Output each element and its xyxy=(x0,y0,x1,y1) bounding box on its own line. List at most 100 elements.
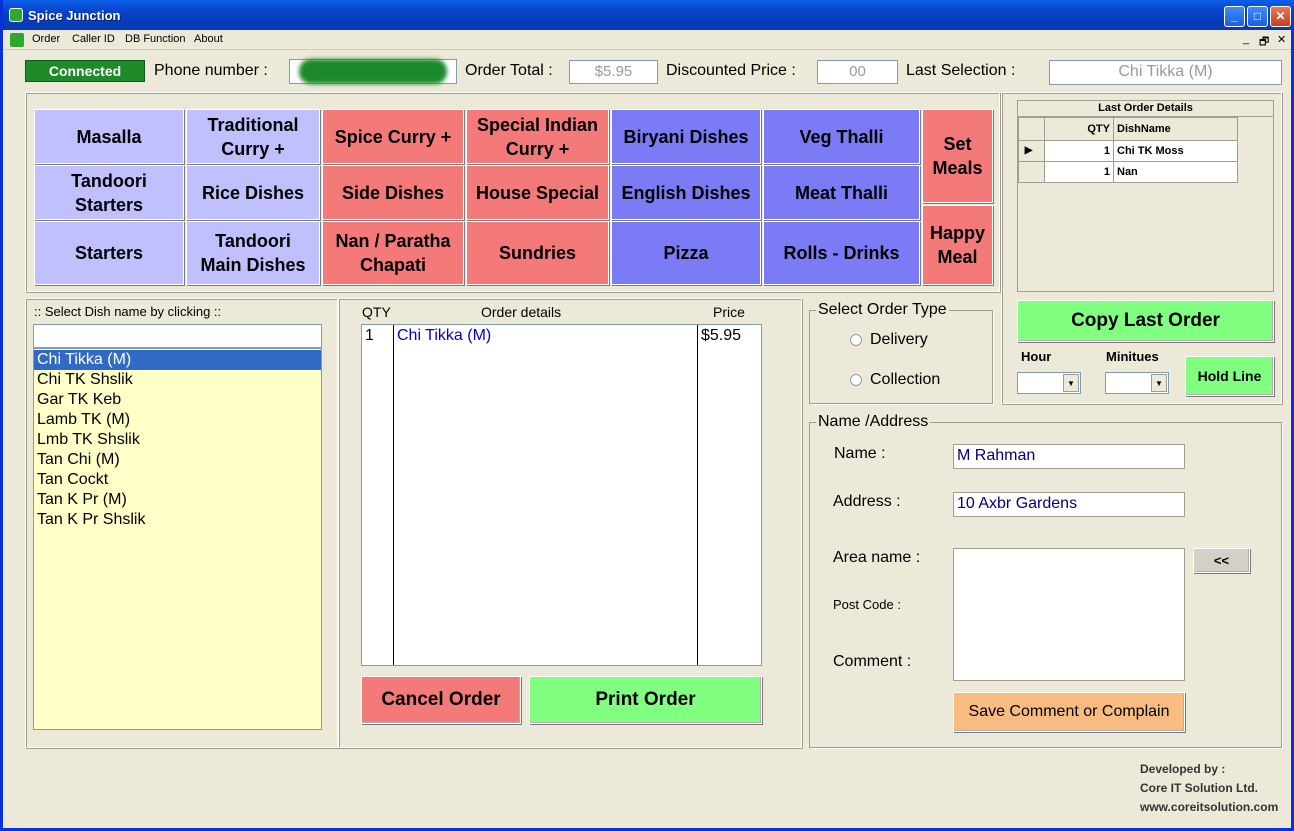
category-english-button[interactable]: English Dishes xyxy=(611,165,761,220)
credits-line: Core IT Solution Ltd. xyxy=(1140,781,1258,795)
copy-last-order-button[interactable]: Copy Last Order xyxy=(1017,300,1274,342)
category-tandoori-starters-button[interactable]: Tandoori Starters xyxy=(34,165,184,220)
category-side-button[interactable]: Side Dishes xyxy=(322,165,464,220)
order-row-price[interactable]: $5.95 xyxy=(701,327,741,345)
order-type-title: Select Order Type xyxy=(816,301,949,319)
order-col-qty: QTY xyxy=(362,304,391,320)
order-total-field: $5.95 xyxy=(569,60,658,84)
print-order-button[interactable]: Print Order xyxy=(529,676,762,724)
category-sundries-button[interactable]: Sundries xyxy=(466,221,609,285)
minutes-label: Minitues xyxy=(1106,349,1159,364)
credits-line: Developed by : xyxy=(1140,762,1226,776)
minimize-button[interactable]: _ xyxy=(1224,6,1245,27)
category-special-indian-curry-button[interactable]: Special Indian Curry + xyxy=(466,109,609,164)
order-col-price: Price xyxy=(713,304,745,320)
dish-listbox[interactable]: Chi Tikka (M) Chi TK Shslik Gar TK Keb L… xyxy=(33,348,322,730)
menu-order[interactable]: Order xyxy=(32,33,60,45)
discounted-price-label: Discounted Price : xyxy=(666,62,796,79)
phone-number-label: Phone number : xyxy=(154,62,268,79)
category-starters-button[interactable]: Starters xyxy=(34,221,184,285)
title-bar[interactable]: Spice Junction _ □ ✕ xyxy=(3,0,1294,30)
collection-label[interactable]: Collection xyxy=(870,371,940,389)
column-divider xyxy=(697,325,698,665)
list-item[interactable]: Lamb TK (M) xyxy=(34,410,321,430)
category-pizza-button[interactable]: Pizza xyxy=(611,221,761,285)
menu-caller-id[interactable]: Caller ID xyxy=(72,33,115,45)
category-veg-thalli-button[interactable]: Veg Thalli xyxy=(763,109,920,164)
phone-app-icon xyxy=(9,8,23,22)
last-order-title: Last Order Details xyxy=(1018,101,1273,117)
category-spice-curry-button[interactable]: Spice Curry + xyxy=(322,109,464,164)
last-selection-label: Last Selection : xyxy=(906,62,1016,79)
mdi-close-button[interactable]: ✕ xyxy=(1277,33,1286,46)
dish-list-title: :: Select Dish name by clicking :: xyxy=(34,304,222,319)
back-button[interactable]: << xyxy=(1193,548,1250,573)
order-row-qty[interactable]: 1 xyxy=(365,327,374,345)
list-item[interactable]: Tan Cockt xyxy=(34,470,321,490)
row-pointer-icon: ▶ xyxy=(1018,140,1045,162)
category-tandoori-main-button[interactable]: Tandoori Main Dishes xyxy=(186,221,320,285)
close-button[interactable]: ✕ xyxy=(1270,6,1291,27)
delivery-radio[interactable] xyxy=(850,334,862,346)
phone-menu-icon[interactable] xyxy=(10,33,24,47)
minutes-select[interactable]: ▼ xyxy=(1105,372,1169,394)
grid-cell-qty[interactable]: 1 xyxy=(1044,140,1114,162)
category-happy-meal-button[interactable]: Happy Meal xyxy=(922,205,993,285)
order-row-details[interactable]: Chi Tikka (M) xyxy=(397,327,491,345)
maximize-button[interactable]: □ xyxy=(1247,6,1268,27)
area-name-label: Area name : xyxy=(833,549,921,566)
delivery-label[interactable]: Delivery xyxy=(870,331,928,349)
category-traditional-curry-button[interactable]: Traditional Curry + xyxy=(186,109,320,164)
column-divider xyxy=(393,325,394,665)
credits-url: www.coreitsolution.com xyxy=(1140,800,1279,814)
category-biryani-button[interactable]: Biryani Dishes xyxy=(611,109,761,164)
grid-cell-dish[interactable]: Chi TK Moss xyxy=(1113,140,1238,162)
mdi-minimize-button[interactable]: _ xyxy=(1243,33,1249,45)
address-input[interactable]: 10 Axbr Gardens xyxy=(953,492,1185,517)
cancel-order-button[interactable]: Cancel Order xyxy=(361,676,521,724)
menu-db-function[interactable]: DB Function xyxy=(125,33,186,45)
hold-line-button[interactable]: Hold Line xyxy=(1185,356,1274,396)
hour-label: Hour xyxy=(1021,349,1052,364)
category-nan-paratha-button[interactable]: Nan / Paratha Chapati xyxy=(322,221,464,285)
window-title: Spice Junction xyxy=(28,8,121,23)
category-house-special-button[interactable]: House Special xyxy=(466,165,609,220)
list-item[interactable]: Chi Tikka (M) xyxy=(34,350,321,370)
grid-header-qty: QTY xyxy=(1044,117,1114,141)
main-window: Spice Junction _ □ ✕ Order Caller ID DB … xyxy=(0,0,1294,831)
hour-select[interactable]: ▼ xyxy=(1017,372,1081,394)
chevron-down-icon[interactable]: ▼ xyxy=(1151,374,1167,392)
menu-about[interactable]: About xyxy=(194,33,223,45)
dish-search-input[interactable] xyxy=(33,324,322,348)
name-address-title: Name /Address xyxy=(816,413,931,431)
collection-radio[interactable] xyxy=(850,374,862,386)
chevron-down-icon[interactable]: ▼ xyxy=(1063,374,1079,392)
save-comment-button[interactable]: Save Comment or Complain xyxy=(953,692,1185,732)
category-rice-button[interactable]: Rice Dishes xyxy=(186,165,320,220)
order-table[interactable]: 1 Chi Tikka (M) $5.95 xyxy=(361,324,762,666)
grid-cell-dish[interactable]: Nan xyxy=(1113,161,1238,183)
name-input[interactable]: M Rahman xyxy=(953,444,1185,469)
order-type-group: Select Order Type xyxy=(809,301,993,404)
address-label: Address : xyxy=(833,493,901,510)
post-code-label: Post Code : xyxy=(833,597,901,612)
list-item[interactable]: Chi TK Shslik xyxy=(34,370,321,390)
name-label: Name : xyxy=(834,445,886,462)
category-masalla-button[interactable]: Masalla xyxy=(34,109,184,164)
category-meat-thalli-button[interactable]: Meat Thalli xyxy=(763,165,920,220)
order-total-label: Order Total : xyxy=(465,62,553,79)
category-rolls-drinks-button[interactable]: Rolls - Drinks xyxy=(763,221,920,285)
address-details-textarea[interactable] xyxy=(953,548,1185,681)
list-item[interactable]: Tan K Pr (M) xyxy=(34,490,321,510)
category-set-meals-button[interactable]: Set Meals xyxy=(922,109,993,203)
mdi-restore-button[interactable]: 🗗 xyxy=(1259,33,1269,52)
discounted-price-field[interactable]: 00 xyxy=(817,60,898,84)
grid-cell-qty[interactable]: 1 xyxy=(1044,161,1114,183)
list-item[interactable]: Tan Chi (M) xyxy=(34,450,321,470)
connection-status-badge: Connected xyxy=(25,60,145,82)
order-col-details: Order details xyxy=(481,304,562,320)
list-item[interactable]: Tan K Pr Shslik xyxy=(34,510,321,530)
list-item[interactable]: Gar TK Keb xyxy=(34,390,321,410)
list-item[interactable]: Lmb TK Shslik xyxy=(34,430,321,450)
row-header xyxy=(1018,161,1045,183)
